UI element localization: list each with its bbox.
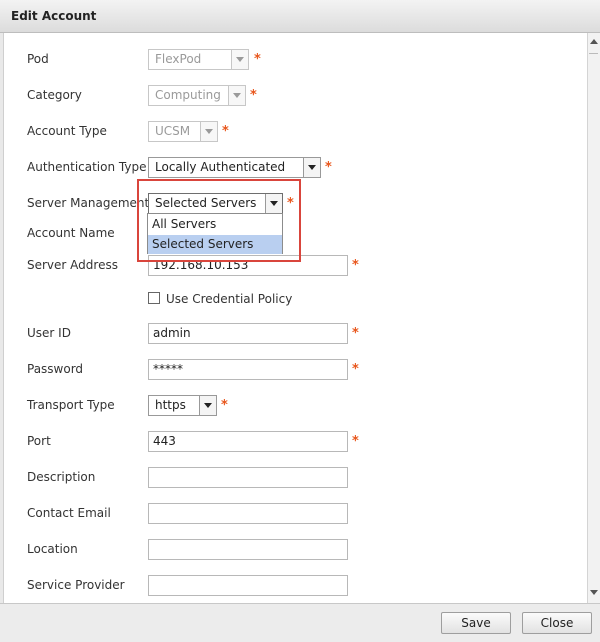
use-credential-policy-checkbox[interactable] [148,292,160,304]
location-input[interactable] [148,539,348,560]
chevron-down-icon [204,403,212,408]
required-marker: * [325,160,332,175]
scroll-up-icon[interactable] [590,39,598,44]
authentication-type-label: Authentication Type [27,160,147,174]
authentication-type-value: Locally Authenticated [155,160,286,174]
annotation-highlight-box [137,179,301,262]
contact-email-label: Contact Email [27,506,111,520]
scrollbar-track-mark [589,53,598,54]
required-marker: * [250,88,257,103]
chevron-down-icon [205,129,213,134]
dialog-titlebar: Edit Account [0,0,600,33]
location-label: Location [27,542,78,556]
service-provider-input[interactable] [148,575,348,596]
user-id-label: User ID [27,326,71,340]
category-label: Category [27,88,82,102]
pod-select: FlexPod [148,49,249,70]
required-marker: * [221,398,228,413]
dialog-title: Edit Account [11,9,97,23]
port-label: Port [27,434,51,448]
port-input[interactable]: 443 [148,431,348,452]
required-marker: * [352,258,359,273]
scroll-down-icon[interactable] [590,590,598,595]
transport-type-dropdown-arrow[interactable] [199,396,216,415]
account-type-select: UCSM [148,121,218,142]
required-marker: * [222,124,229,139]
chevron-down-icon [233,93,241,98]
required-marker: * [352,434,359,449]
required-marker: * [352,326,359,341]
use-credential-policy-label[interactable]: Use Credential Policy [166,292,292,306]
authentication-type-dropdown-arrow[interactable] [303,158,320,177]
required-marker: * [352,362,359,377]
password-input[interactable]: ***** [148,359,348,380]
description-label: Description [27,470,96,484]
transport-type-label: Transport Type [27,398,115,412]
transport-type-value: https [155,398,186,412]
server-management-label: Server Management [27,196,150,210]
account-type-dropdown-arrow [200,122,217,141]
chevron-down-icon [308,165,316,170]
save-button[interactable]: Save [441,612,511,634]
server-address-label: Server Address [27,258,118,272]
account-type-label: Account Type [27,124,107,138]
chevron-down-icon [236,57,244,62]
authentication-type-select[interactable]: Locally Authenticated [148,157,321,178]
vertical-scrollbar[interactable] [587,33,600,603]
pod-value: FlexPod [155,52,202,66]
category-dropdown-arrow [228,86,245,105]
required-marker: * [254,52,261,67]
password-label: Password [27,362,84,376]
dialog-footer: Save Close [0,603,600,642]
category-select: Computing [148,85,246,106]
transport-type-select[interactable]: https [148,395,217,416]
close-button[interactable]: Close [522,612,592,634]
description-input[interactable] [148,467,348,488]
account-type-value: UCSM [155,124,191,138]
service-provider-label: Service Provider [27,578,125,592]
category-value: Computing [155,88,221,102]
contact-email-input[interactable] [148,503,348,524]
user-id-input[interactable]: admin [148,323,348,344]
pod-dropdown-arrow [231,50,248,69]
account-name-label: Account Name [27,226,115,240]
pod-label: Pod [27,52,49,66]
